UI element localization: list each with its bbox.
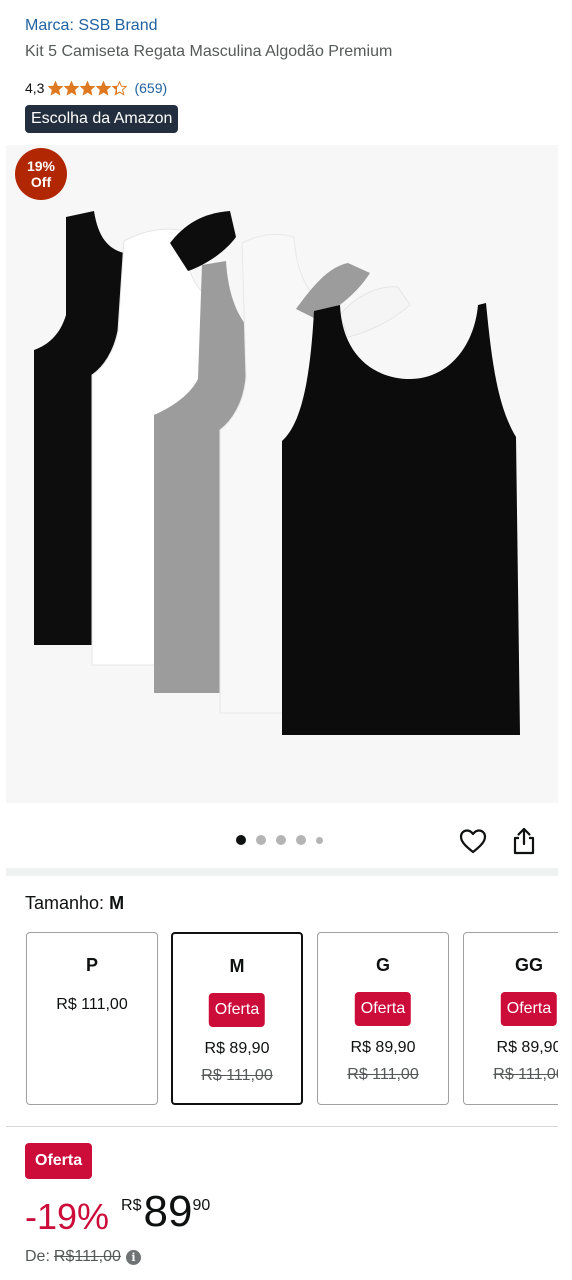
section-divider: [6, 868, 558, 876]
star-full-icon: [48, 80, 64, 96]
star-rating: [48, 80, 128, 96]
size-tiles: P R$ 111,00 M Oferta R$ 89,90 R$ 111,00 …: [26, 932, 558, 1107]
size-tile-g[interactable]: G Oferta R$ 89,90 R$ 111,00: [317, 932, 449, 1105]
size-tile-name: G: [375, 955, 390, 975]
product-title: Kit 5 Camiseta Regata Masculina Algodão …: [25, 43, 393, 60]
rating-count-link[interactable]: (659): [134, 80, 167, 96]
deal-badge: Oferta: [354, 992, 412, 1026]
price-whole: 89: [143, 1187, 193, 1236]
size-tile-m[interactable]: M Oferta R$ 89,90 R$ 111,00: [171, 932, 303, 1105]
carousel-dot[interactable]: [236, 835, 246, 845]
size-tile-old-price: R$ 111,00: [201, 1067, 273, 1084]
size-label-text: Tamanho:: [25, 893, 105, 913]
brand-link[interactable]: Marca: SSB Brand: [25, 17, 158, 35]
rating-value: 4,3: [25, 80, 45, 96]
info-icon[interactable]: i: [125, 1249, 141, 1265]
star-full-icon: [96, 80, 112, 96]
star-half-icon: [112, 80, 128, 96]
discount-badge: 19% Off: [15, 148, 67, 200]
share-icon[interactable]: [511, 826, 537, 856]
size-selector-label: Tamanho: M: [25, 893, 124, 914]
carousel-dot[interactable]: [296, 835, 306, 845]
price-fraction: 90: [192, 1197, 211, 1214]
product-image[interactable]: [6, 145, 558, 803]
image-carousel-dots[interactable]: [236, 835, 333, 845]
tank-top-black-front: [282, 303, 520, 735]
size-tile-name: GG: [514, 955, 543, 975]
carousel-dot[interactable]: [276, 835, 286, 845]
heart-icon[interactable]: [458, 826, 488, 856]
star-full-icon: [80, 80, 96, 96]
list-price-row: De: R$111,00 i: [25, 1248, 141, 1266]
size-tile-price: R$ 111,00: [56, 996, 128, 1013]
discount-badge-percent: 19%: [26, 158, 56, 174]
section-divider-thin: [6, 1126, 558, 1127]
list-price-value: R$111,00: [53, 1248, 121, 1265]
list-price-prefix: De:: [25, 1248, 50, 1265]
deal-badge: Oferta: [208, 993, 266, 1027]
carousel-dot[interactable]: [256, 835, 266, 845]
deal-badge: Oferta: [500, 992, 558, 1026]
size-tile-price: R$ 89,90: [204, 1040, 270, 1057]
tank-tops-product-photo: [34, 211, 520, 735]
size-tile-p[interactable]: P R$ 111,00: [26, 932, 158, 1105]
deal-label: Oferta: [25, 1143, 93, 1179]
price-currency: R$: [121, 1197, 142, 1214]
star-full-icon: [64, 80, 80, 96]
size-tile-name: P: [85, 955, 98, 975]
amazon-choice-badge: Escolha da Amazon: [25, 105, 179, 133]
size-tile-price: R$ 89,90: [496, 1039, 558, 1056]
discount-badge-off: Off: [30, 174, 52, 190]
size-tile-price: R$ 89,90: [350, 1039, 416, 1056]
size-tile-old-price: R$ 111,00: [347, 1066, 419, 1083]
rating-row[interactable]: 4,3 (659): [25, 80, 167, 96]
size-tile-old-price: R$ 111,00: [493, 1066, 558, 1083]
carousel-dot[interactable]: [316, 836, 323, 844]
size-selected-value: M: [109, 893, 125, 913]
size-tile-name: M: [229, 956, 245, 976]
price-row: -19% R$ 89 90: [25, 1188, 210, 1240]
size-tile-gg[interactable]: GG Oferta R$ 89,90 R$ 111,00: [463, 932, 558, 1105]
discount-percent: -19%: [25, 1196, 110, 1237]
